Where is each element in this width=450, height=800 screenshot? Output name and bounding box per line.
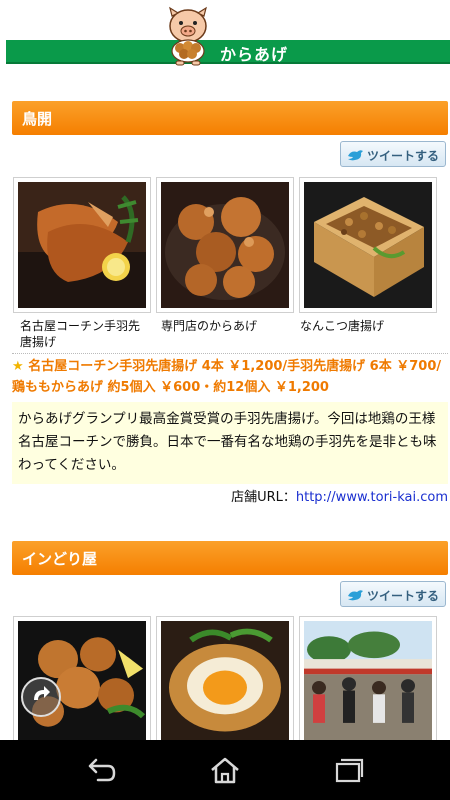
system-navigation-bar bbox=[0, 740, 450, 800]
price-info: ★ 名古屋コーチン手羽先唐揚げ 4本 ￥1,200/手羽先唐揚げ 6本 ￥700… bbox=[12, 356, 448, 398]
shop-url-label: 店舗URL： bbox=[231, 490, 296, 505]
header-background bbox=[0, 0, 450, 42]
thumbnail-indoriya-egg[interactable] bbox=[156, 616, 294, 746]
food-photo-scotch-egg bbox=[161, 621, 289, 741]
section-header-torikai: 鳥開 bbox=[12, 101, 448, 135]
section-header-indoriya: インどり屋 bbox=[12, 541, 448, 575]
thumbnail-indoriya-stall[interactable] bbox=[299, 616, 437, 746]
shop-url-row: 店舗URL：http://www.tori-kai.com bbox=[231, 486, 448, 505]
home-icon[interactable] bbox=[208, 756, 242, 784]
back-icon[interactable] bbox=[84, 756, 118, 784]
caption-tebasaki: 名古屋コーチン手羽先唐揚げ bbox=[20, 319, 141, 349]
section-title: インどり屋 bbox=[22, 550, 98, 568]
shop-url-link[interactable]: http://www.tori-kai.com bbox=[296, 490, 448, 505]
twitter-bird-icon bbox=[348, 150, 363, 161]
recent-apps-icon[interactable] bbox=[332, 756, 366, 784]
page-title: からあげ bbox=[220, 45, 289, 64]
thumbnail-karaage[interactable] bbox=[156, 177, 294, 313]
food-photo-tebasaki bbox=[18, 182, 146, 308]
thumbnail-tebasaki[interactable] bbox=[13, 177, 151, 313]
shop-description: からあげグランプリ最高金賞受賞の手羽先唐揚げ。今回は地鶏の王様名古屋コーチンで勝… bbox=[12, 402, 448, 484]
divider bbox=[12, 353, 448, 354]
back-scroll-icon[interactable] bbox=[20, 676, 62, 718]
caption-karaage: 専門店のからあげ bbox=[161, 319, 258, 333]
section-title: 鳥開 bbox=[22, 110, 53, 128]
food-photo-karaage bbox=[161, 182, 289, 308]
tweet-label: ツイートする bbox=[367, 149, 440, 163]
food-photo-nankotsu bbox=[304, 182, 432, 308]
price-text: 名古屋コーチン手羽先唐揚げ 4本 ￥1,200/手羽先唐揚げ 6本 ￥700/鶏… bbox=[12, 359, 442, 395]
thumbnail-nankotsu[interactable] bbox=[299, 177, 437, 313]
star-icon: ★ bbox=[12, 359, 29, 374]
tweet-button[interactable]: ツイートする bbox=[340, 141, 446, 167]
pig-mascot-icon bbox=[169, 6, 207, 66]
tweet-button[interactable]: ツイートする bbox=[340, 581, 446, 607]
photo-food-stall-crowd bbox=[304, 621, 432, 741]
caption-nankotsu: なんこつ唐揚げ bbox=[300, 319, 385, 333]
tweet-label: ツイートする bbox=[367, 589, 440, 603]
twitter-bird-icon bbox=[348, 590, 363, 601]
